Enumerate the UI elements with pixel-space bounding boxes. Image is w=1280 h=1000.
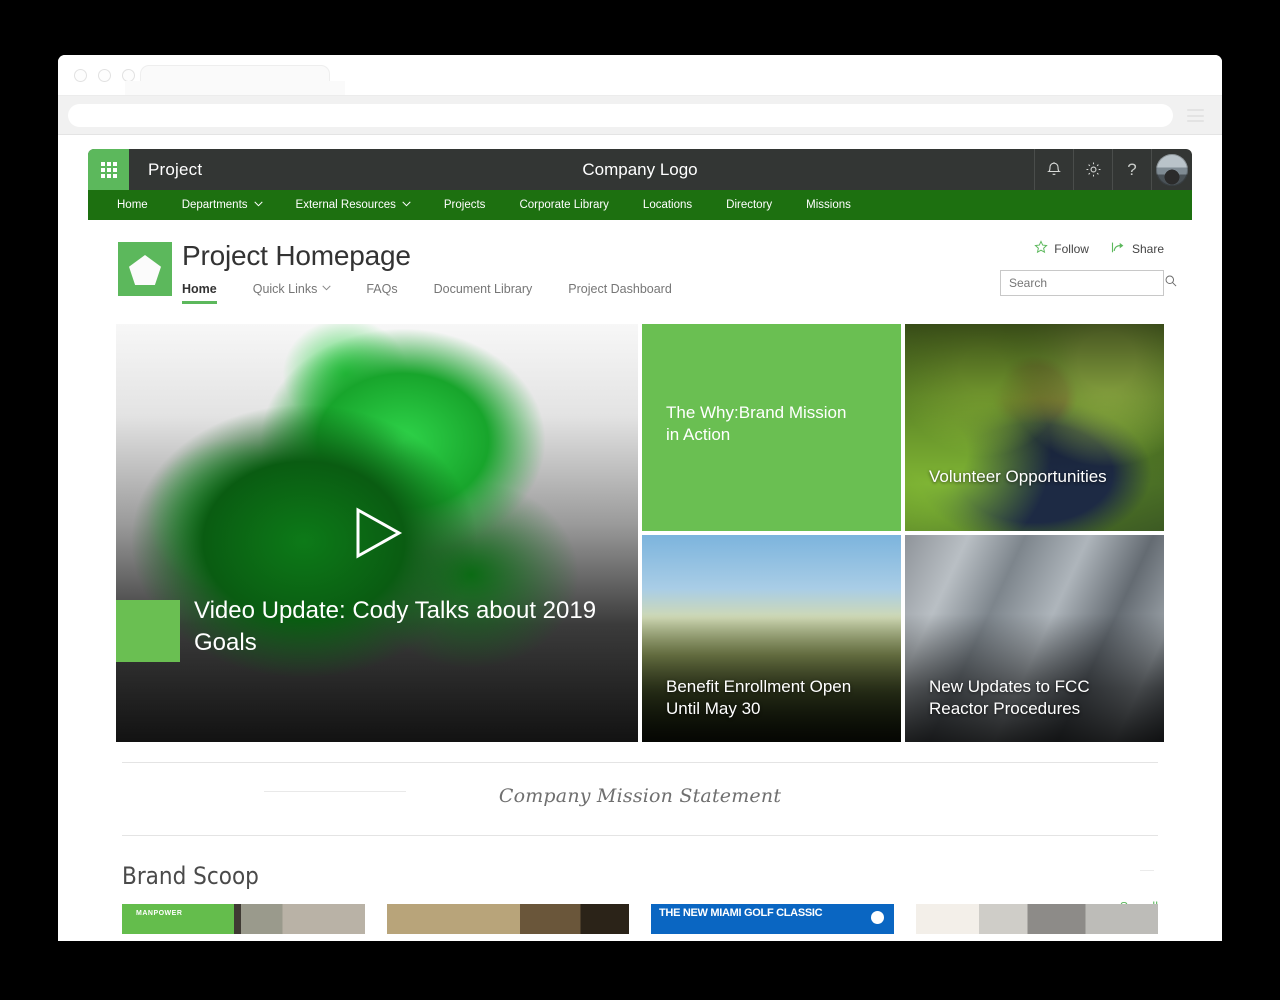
- tile-volunteer-opportunities[interactable]: Volunteer Opportunities: [905, 324, 1164, 531]
- sharepoint-page: Project Company Logo ? Home Departments …: [88, 149, 1192, 941]
- tile-gradient-overlay: [905, 324, 1164, 486]
- site-nav-label: Quick Links: [252, 282, 318, 296]
- tile-title: Benefit Enrollment Open Until May 30: [666, 676, 852, 718]
- gear-icon[interactable]: [1073, 149, 1112, 190]
- golf-ball-icon: [870, 911, 884, 924]
- hero-tiles-row-top: The Why:Brand Mission in Action Voluntee…: [642, 324, 1164, 531]
- site-navigation: Home Quick Links FAQs Document Library P…: [182, 282, 708, 304]
- chevron-down-icon: [402, 201, 411, 209]
- decorative-tick: [1140, 870, 1154, 871]
- scoop-card-manpower[interactable]: MANPOWER: [122, 904, 365, 934]
- green-accent-block: [116, 600, 180, 662]
- scoop-card-golf-classic[interactable]: THE NEW MIAMI GOLF CLASSIC: [651, 904, 894, 934]
- site-nav-label: Project Dashboard: [568, 282, 672, 296]
- scoop-card-equipment[interactable]: [915, 904, 1158, 934]
- avatar[interactable]: [1151, 149, 1192, 190]
- nav-label: Projects: [443, 199, 486, 211]
- tile-brand-mission[interactable]: The Why:Brand Mission in Action: [642, 324, 901, 531]
- nav-label: Home: [117, 199, 148, 211]
- play-triangle-icon[interactable]: [349, 504, 405, 562]
- suite-app-name[interactable]: Project: [148, 160, 202, 180]
- magnifier-icon[interactable]: [1164, 274, 1178, 293]
- nav-item-home[interactable]: Home: [100, 199, 165, 211]
- mission-statement-band: Company Mission Statement: [122, 762, 1158, 836]
- share-label: Share: [1131, 241, 1164, 256]
- site-nav-faqs[interactable]: FAQs: [366, 282, 397, 304]
- chevron-down-icon: [253, 201, 263, 209]
- nav-label: Corporate Library: [519, 199, 609, 211]
- site-nav-label: Document Library: [433, 282, 533, 296]
- suite-company-title: Company Logo: [582, 159, 698, 179]
- hero-video-title: Video Update: Cody Talks about 2019 Goal…: [194, 596, 597, 657]
- nav-item-departments[interactable]: Departments: [165, 199, 279, 211]
- pentagon-logo-icon[interactable]: [118, 242, 172, 296]
- scoop-card-label: THE NEW MIAMI GOLF CLASSIC: [659, 907, 823, 919]
- nav-item-corporate-library[interactable]: Corporate Library: [502, 199, 625, 211]
- follow-button[interactable]: Follow: [1034, 240, 1089, 257]
- search-input[interactable]: [1009, 276, 1164, 290]
- help-glyph: ?: [1127, 160, 1137, 179]
- avatar-image: [1156, 153, 1188, 186]
- hero-tiles-row-bottom: Benefit Enrollment Open Until May 30 New…: [642, 535, 1164, 742]
- share-button[interactable]: Share: [1111, 240, 1164, 257]
- site-nav-document-library[interactable]: Document Library: [434, 282, 533, 304]
- nav-label: Departments: [181, 199, 248, 211]
- nav-item-directory[interactable]: Directory: [709, 199, 789, 211]
- hamburger-menu-icon[interactable]: [1187, 109, 1204, 122]
- hero-grid: Video Update: Cody Talks about 2019 Goal…: [116, 324, 1164, 742]
- tile-fcc-reactor-updates[interactable]: New Updates to FCC Reactor Procedures: [905, 535, 1164, 742]
- brand-scoop-heading: Brand Scoop: [122, 862, 259, 890]
- tile-benefit-enrollment[interactable]: Benefit Enrollment Open Until May 30: [642, 535, 901, 742]
- share-arrow-icon: [1111, 240, 1126, 257]
- scoop-card-label: MANPOWER: [136, 910, 183, 917]
- site-nav-quick-links[interactable]: Quick Links: [253, 282, 331, 304]
- bell-icon[interactable]: [1034, 149, 1073, 190]
- hero-video-card[interactable]: Video Update: Cody Talks about 2019 Goal…: [116, 324, 638, 742]
- close-window-button[interactable]: [74, 69, 87, 82]
- search-box[interactable]: [1000, 270, 1177, 296]
- hero-tiles: The Why:Brand Mission in Action Voluntee…: [642, 324, 1164, 742]
- decorative-rule: [264, 791, 406, 792]
- brand-scoop-section: Brand Scoop See all MANPOWER THE NEW MIA…: [122, 862, 1158, 934]
- page-actions: Follow Share: [1034, 240, 1164, 257]
- suite-bar: Project Company Logo ?: [88, 149, 1192, 190]
- browser-toolbar: [58, 95, 1222, 135]
- tile-title: Volunteer Opportunities: [929, 467, 1107, 486]
- site-nav-label: FAQs: [366, 282, 398, 296]
- chevron-down-icon: [322, 285, 331, 293]
- nav-item-missions[interactable]: Missions: [789, 199, 868, 211]
- address-bar[interactable]: [68, 104, 1173, 127]
- browser-tab[interactable]: [125, 65, 345, 95]
- follow-label: Follow: [1054, 241, 1089, 256]
- tile-title: New Updates to FCC Reactor Procedures: [929, 676, 1090, 718]
- brand-scoop-cards: MANPOWER THE NEW MIAMI GOLF CLASSIC: [122, 904, 1158, 934]
- app-launcher-waffle-icon[interactable]: [88, 149, 129, 190]
- browser-titlebar: [58, 55, 1222, 95]
- page-title: Project Homepage: [182, 240, 411, 271]
- question-mark-icon[interactable]: ?: [1112, 149, 1151, 190]
- star-outline-icon: [1034, 240, 1048, 257]
- hero-section: Video Update: Cody Talks about 2019 Goal…: [88, 324, 1192, 742]
- nav-item-external-resources[interactable]: External Resources: [279, 199, 427, 211]
- nav-item-locations[interactable]: Locations: [626, 199, 709, 211]
- nav-label: External Resources: [295, 199, 396, 211]
- site-nav-project-dashboard[interactable]: Project Dashboard: [568, 282, 672, 304]
- global-navigation: Home Departments External Resources Proj…: [88, 190, 1192, 220]
- nav-label: Locations: [642, 199, 693, 211]
- scoop-card-interior[interactable]: [386, 904, 629, 934]
- browser-window: Project Company Logo ? Home Departments …: [58, 55, 1222, 941]
- nav-label: Missions: [806, 199, 851, 211]
- site-header: Project Homepage Home Quick Links FAQs D…: [88, 220, 1192, 324]
- site-nav-home[interactable]: Home: [182, 282, 217, 304]
- nav-item-projects[interactable]: Projects: [427, 199, 503, 211]
- nav-label: Directory: [726, 199, 773, 211]
- suite-actions: ?: [1034, 149, 1192, 190]
- minimize-window-button[interactable]: [98, 69, 111, 82]
- site-nav-label: Home: [182, 282, 217, 296]
- mission-statement-text: Company Mission Statement: [498, 785, 782, 807]
- tile-title: The Why:Brand Mission in Action: [666, 403, 847, 444]
